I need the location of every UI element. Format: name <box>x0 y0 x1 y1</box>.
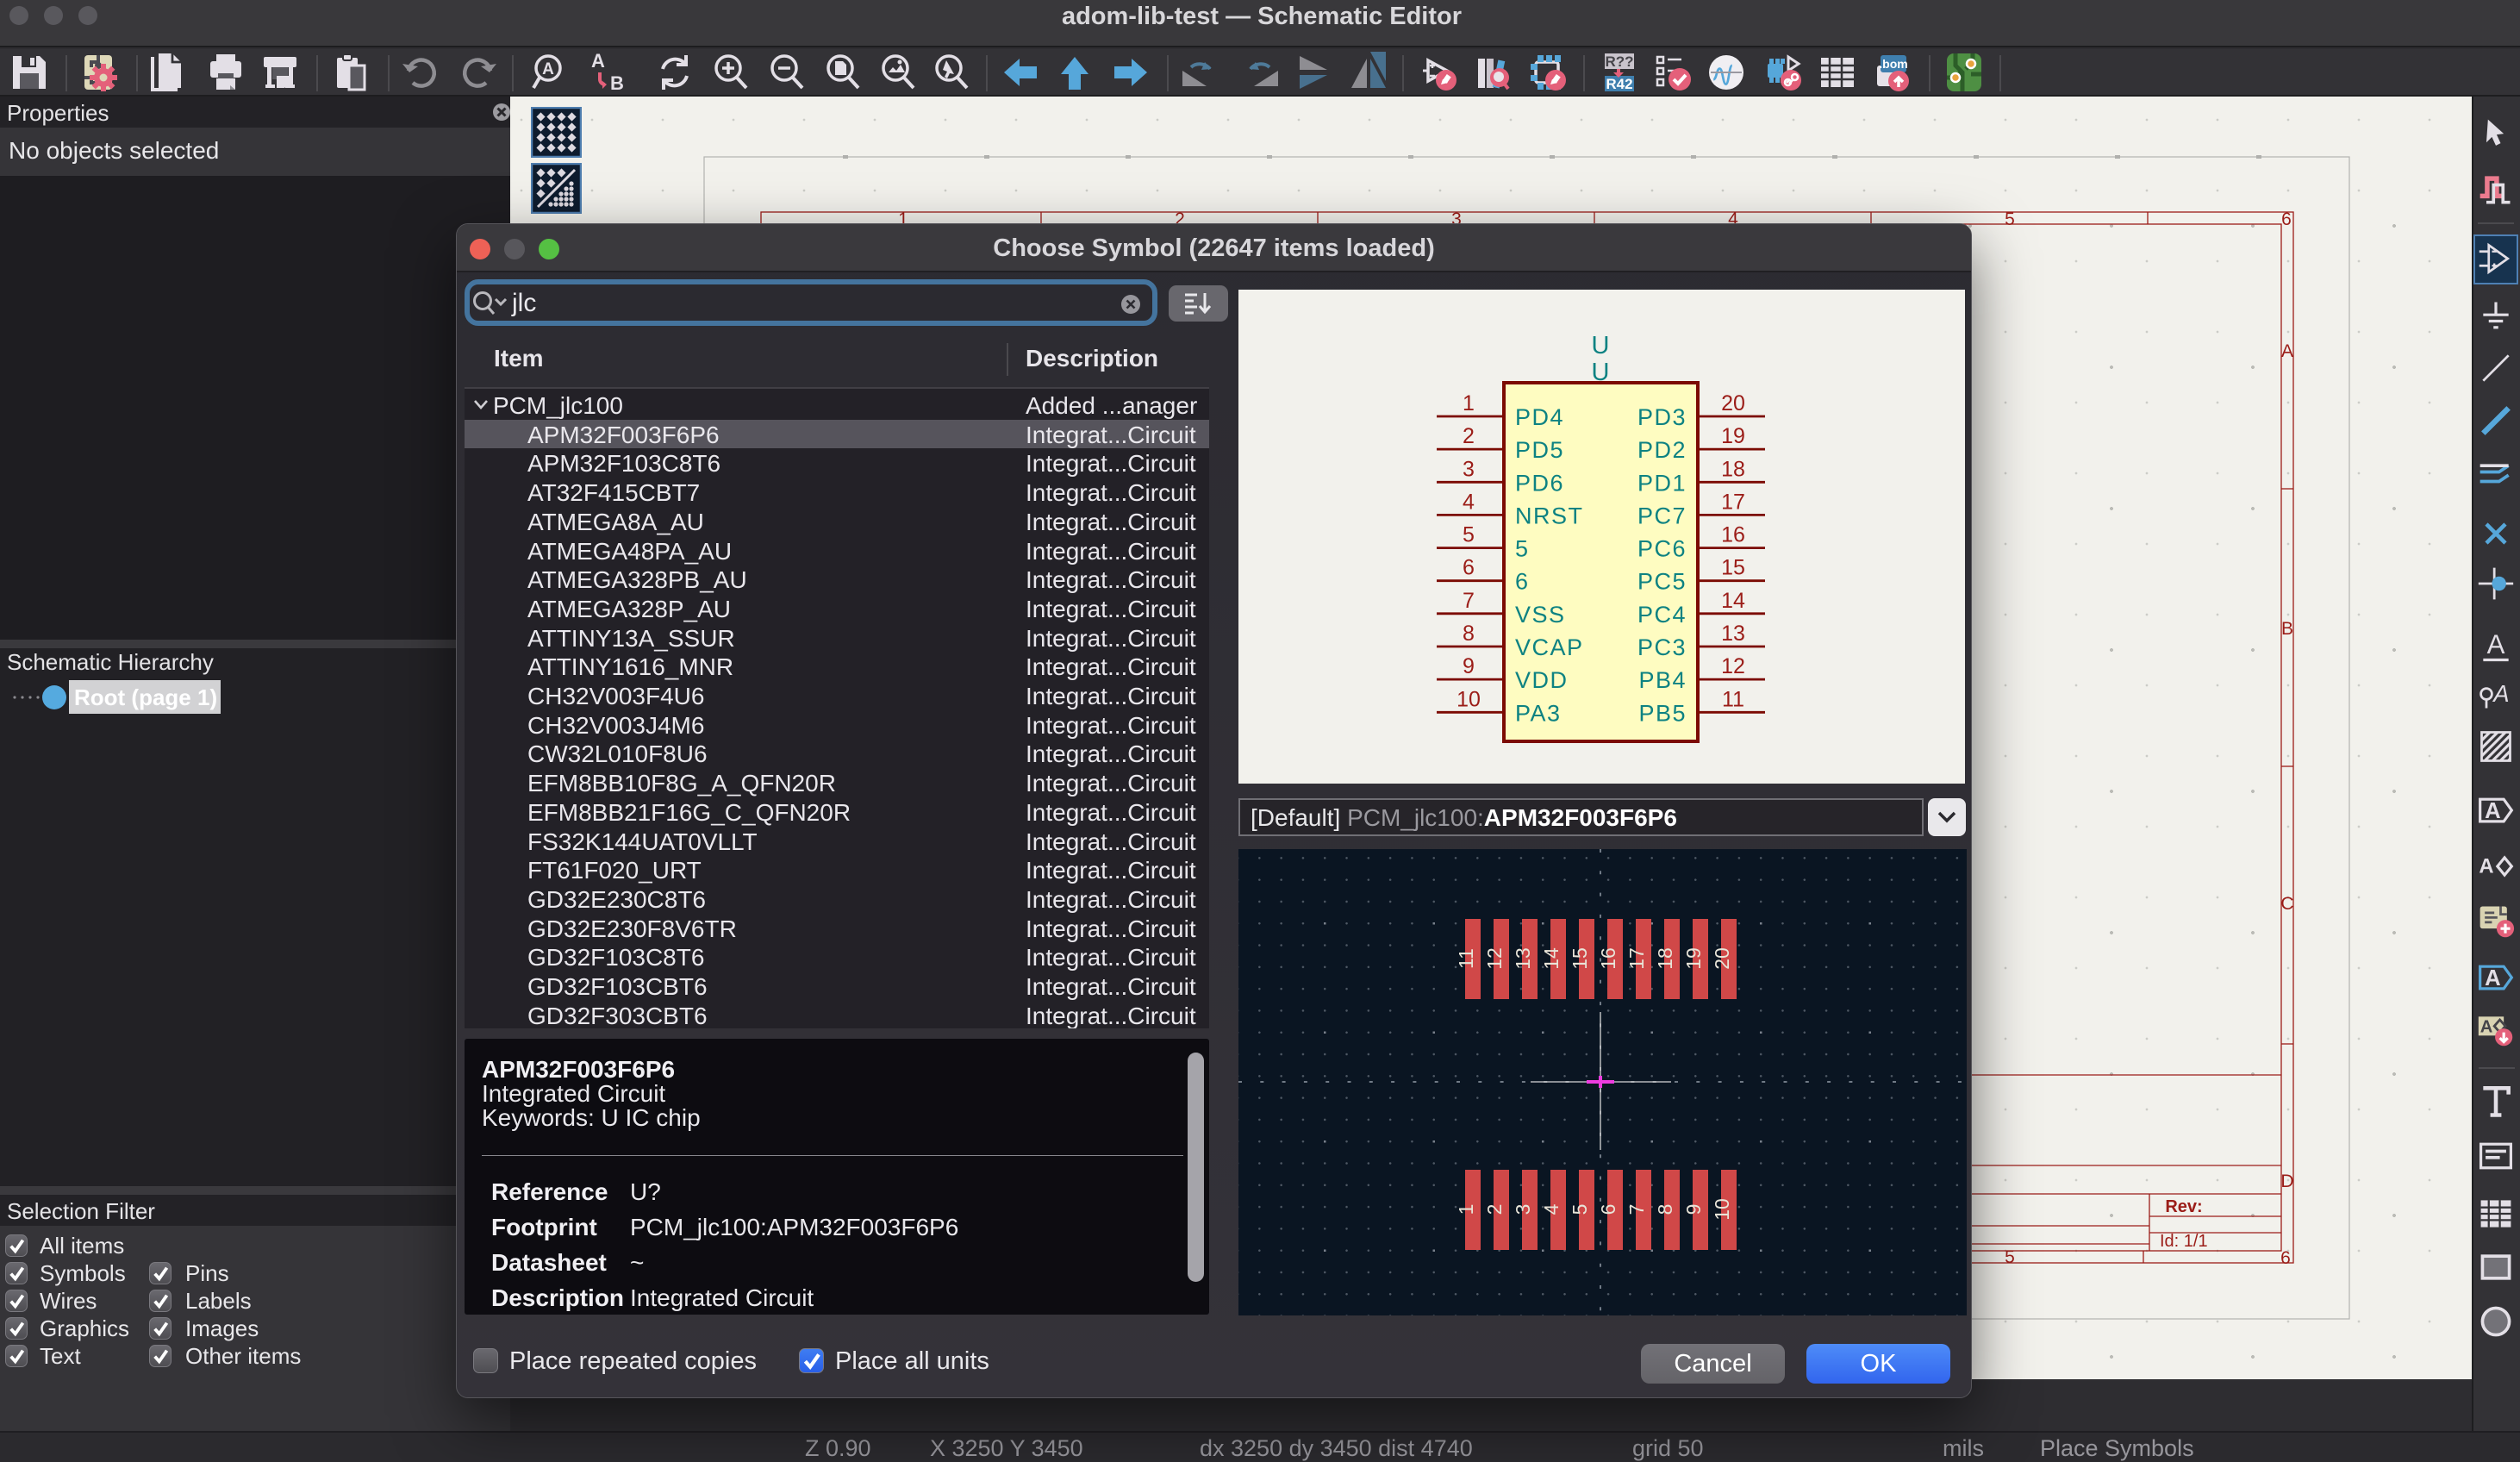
svg-text:A: A <box>591 52 605 72</box>
svg-text:16: 16 <box>1597 947 1619 970</box>
svg-text:2: 2 <box>1463 424 1475 448</box>
svg-text:5: 5 <box>1515 536 1530 562</box>
svg-text:PD5: PD5 <box>1515 437 1564 463</box>
svg-text:PD3: PD3 <box>1637 404 1687 430</box>
svg-text:12: 12 <box>1721 654 1745 678</box>
svg-text:NRST: NRST <box>1515 503 1584 528</box>
svg-text:A: A <box>542 60 554 78</box>
svg-text:10: 10 <box>1711 1198 1733 1221</box>
svg-text:U: U <box>1592 332 1610 359</box>
svg-text:PC3: PC3 <box>1637 634 1687 660</box>
svg-text:6: 6 <box>2280 1248 2291 1268</box>
svg-text:VDD: VDD <box>1515 667 1569 693</box>
svg-text:PB4: PB4 <box>1638 667 1687 693</box>
svg-text:5: 5 <box>1569 1204 1591 1215</box>
svg-text:6: 6 <box>1515 569 1530 595</box>
svg-text:5: 5 <box>2005 1247 2015 1267</box>
svg-text:VCAP: VCAP <box>1515 634 1584 660</box>
svg-text:15: 15 <box>1569 947 1591 970</box>
svg-text:13: 13 <box>1512 947 1534 970</box>
svg-text:5: 5 <box>1463 523 1475 547</box>
svg-text:20: 20 <box>1711 947 1733 970</box>
svg-text:15: 15 <box>1721 556 1745 580</box>
svg-text:11: 11 <box>1455 948 1477 969</box>
svg-text:9: 9 <box>1463 654 1475 678</box>
svg-text:1: 1 <box>1463 391 1475 415</box>
svg-text:14: 14 <box>1721 589 1745 613</box>
svg-text:PD2: PD2 <box>1637 437 1687 463</box>
svg-text:18: 18 <box>1654 947 1676 970</box>
svg-text:U: U <box>1592 359 1610 386</box>
svg-text:4: 4 <box>1540 1203 1563 1215</box>
svg-text:13: 13 <box>1721 622 1745 646</box>
svg-text:4: 4 <box>1463 490 1475 514</box>
svg-text:19: 19 <box>1682 947 1705 970</box>
svg-text:R??: R?? <box>1605 53 1633 70</box>
svg-text:20: 20 <box>1721 391 1745 415</box>
svg-text:PD4: PD4 <box>1515 404 1564 430</box>
svg-text:B: B <box>2281 619 2293 639</box>
svg-text:18: 18 <box>1721 457 1745 481</box>
svg-text:Rev:: Rev: <box>2165 1197 2202 1216</box>
svg-text:3: 3 <box>1463 457 1475 481</box>
svg-text:C: C <box>2280 894 2293 914</box>
svg-text:.bom: .bom <box>1879 57 1907 71</box>
svg-text:6: 6 <box>1463 556 1475 580</box>
svg-text:2: 2 <box>1483 1204 1506 1215</box>
svg-text:VSS: VSS <box>1515 602 1566 628</box>
svg-text:PC6: PC6 <box>1637 536 1687 562</box>
svg-text:9: 9 <box>1682 1204 1705 1215</box>
svg-text:D: D <box>2280 1171 2293 1191</box>
svg-text:A: A <box>2485 966 2501 990</box>
svg-text:A: A <box>2480 1018 2493 1037</box>
svg-text:PC7: PC7 <box>1637 503 1687 528</box>
svg-text:6: 6 <box>2281 209 2292 229</box>
svg-text:A: A <box>2485 799 2501 823</box>
svg-text:PA3: PA3 <box>1515 700 1562 726</box>
svg-text:A: A <box>2487 629 2505 659</box>
svg-text:5: 5 <box>2005 209 2015 229</box>
svg-text:8: 8 <box>1463 622 1475 646</box>
svg-text:14: 14 <box>1540 947 1563 970</box>
svg-text:PC4: PC4 <box>1637 602 1687 628</box>
svg-text:A: A <box>2479 854 2493 878</box>
svg-text:17: 17 <box>1721 490 1745 514</box>
svg-text:11: 11 <box>1722 687 1744 711</box>
svg-text:7: 7 <box>1625 1204 1648 1215</box>
svg-text:Id: 1/1: Id: 1/1 <box>2160 1232 2208 1251</box>
svg-text:PB5: PB5 <box>1638 700 1687 726</box>
svg-text:3: 3 <box>1512 1204 1534 1215</box>
svg-text:A: A <box>2492 680 2509 707</box>
svg-text:19: 19 <box>1721 424 1745 448</box>
svg-text:B: B <box>610 72 624 93</box>
svg-text:8: 8 <box>1654 1204 1676 1215</box>
svg-text:PC5: PC5 <box>1637 569 1687 595</box>
svg-text:10: 10 <box>1456 687 1481 711</box>
svg-text:1: 1 <box>1455 1204 1477 1215</box>
svg-text:R42: R42 <box>1606 76 1632 92</box>
svg-text:7: 7 <box>1463 589 1475 613</box>
svg-text:17: 17 <box>1625 947 1648 970</box>
svg-text:16: 16 <box>1721 523 1745 547</box>
svg-text:PD1: PD1 <box>1637 470 1687 496</box>
svg-text:PD6: PD6 <box>1515 470 1564 496</box>
svg-text:6: 6 <box>1597 1204 1619 1215</box>
svg-text:A: A <box>2281 341 2293 361</box>
svg-text:12: 12 <box>1483 947 1506 970</box>
